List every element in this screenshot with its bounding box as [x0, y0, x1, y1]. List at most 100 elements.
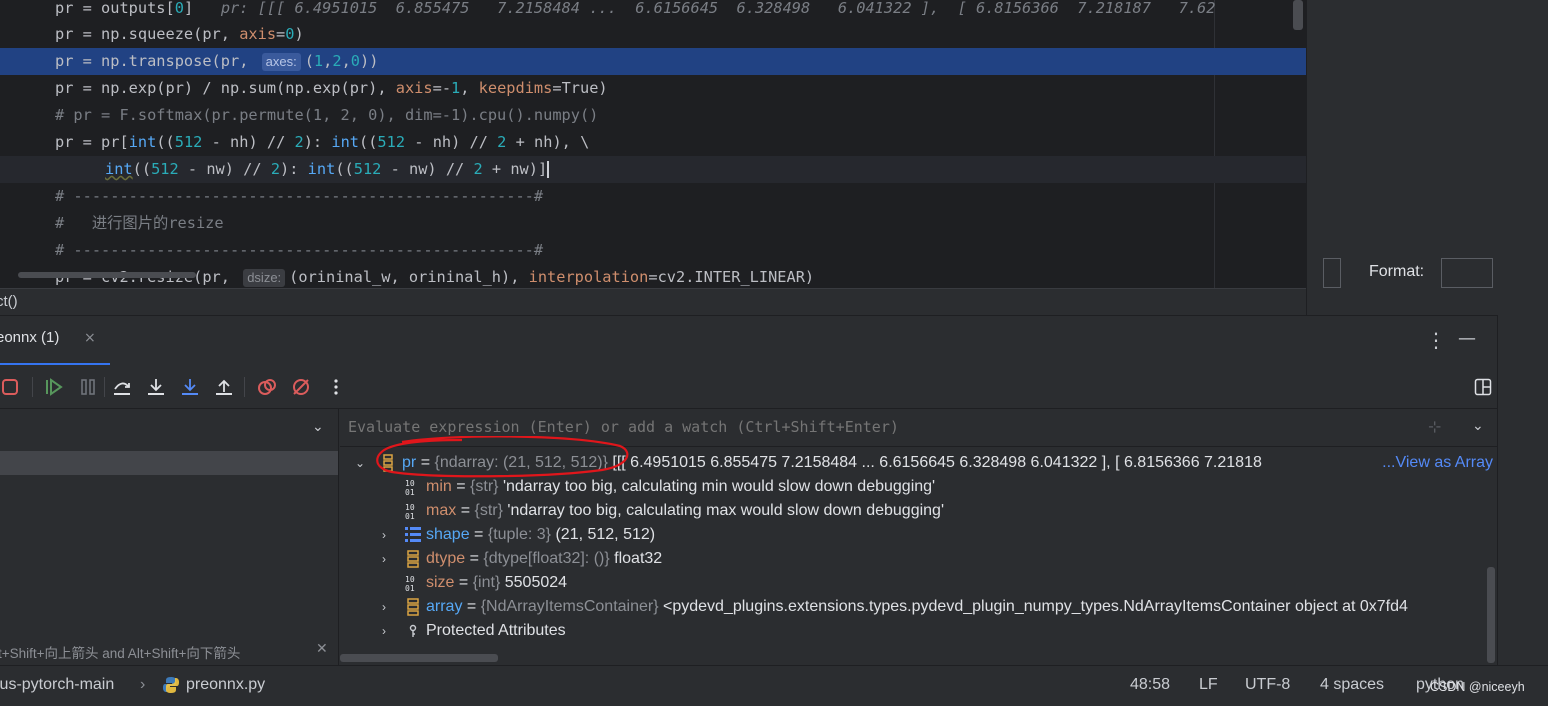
- svg-text:10: 10: [405, 479, 415, 488]
- view-as-array-link[interactable]: ...View as Array: [1380, 451, 1493, 475]
- code-line-3-execution-point[interactable]: pr = np.transpose(pr, axes: (1,2,0)): [0, 48, 1306, 75]
- text-caret: [547, 161, 550, 178]
- code-line-9-comment[interactable]: # 进行图片的resize: [0, 210, 1306, 237]
- svg-text:01: 01: [405, 512, 415, 520]
- variable-row-shape[interactable]: › shape = {tuple: 3} (21, 512, 512): [340, 523, 1497, 547]
- step-over-icon[interactable]: [111, 376, 133, 398]
- variable-value: float32: [614, 550, 663, 567]
- code-line-10-comment[interactable]: # --------------------------------------…: [0, 237, 1306, 264]
- breadcrumb-file[interactable]: preonnx.py: [186, 676, 265, 694]
- selected-frame-row[interactable]: [0, 451, 338, 475]
- thread-dropdown-chevron-down-icon[interactable]: ⌄: [312, 419, 324, 435]
- variable-group-label: Protected Attributes: [426, 622, 566, 639]
- binary-variable-icon: 1001: [405, 503, 415, 520]
- side-panel-checkbox[interactable]: [1323, 258, 1341, 288]
- code-line-5-comment[interactable]: # pr = F.softmax(pr.permute(1, 2, 0), di…: [0, 102, 1306, 129]
- code-line-8-comment[interactable]: # --------------------------------------…: [0, 183, 1306, 210]
- debug-toolbar: [0, 365, 1497, 409]
- right-tool-strip: [1497, 315, 1548, 665]
- variable-type: {int}: [472, 574, 501, 591]
- array-variable-icon: [383, 454, 393, 472]
- variable-type: {ndarray: (21, 512, 512)}: [434, 454, 608, 471]
- expand-chevron-icon[interactable]: ›: [378, 619, 390, 643]
- step-out-icon[interactable]: [213, 376, 235, 398]
- variables-vertical-scrollbar[interactable]: [1487, 567, 1495, 663]
- variable-row-pr[interactable]: ⌄ pr = {ndarray: (21, 512, 512)} [[[ 6.4…: [340, 451, 1497, 475]
- hint-close-icon[interactable]: ✕: [316, 641, 328, 657]
- variable-name: min: [426, 478, 452, 495]
- variable-row-size[interactable]: 10 01 size = {int} 5505024: [340, 571, 1497, 595]
- variable-row-dtype[interactable]: › dtype = {dtype[float32]: ()} float32: [340, 547, 1497, 571]
- view-breakpoints-icon[interactable]: [256, 376, 278, 398]
- expand-chevron-icon[interactable]: ›: [378, 547, 390, 571]
- layout-settings-icon[interactable]: [1474, 378, 1492, 396]
- binary-variable-icon: 1001: [405, 479, 415, 496]
- tuple-variable-icon: [405, 527, 421, 542]
- indent-setting[interactable]: 4 spaces: [1320, 676, 1384, 694]
- tab-close-icon[interactable]: ×: [84, 330, 96, 346]
- collapse-chevron-icon[interactable]: ⌄: [354, 451, 366, 475]
- code-line-7-current[interactable]: int((512 - nw) // 2): int((512 - nw) // …: [0, 156, 1306, 183]
- pause-icon[interactable]: [77, 376, 99, 398]
- variable-type: {NdArrayItemsContainer}: [480, 598, 659, 615]
- code-line-1[interactable]: pr = outputs[0] pr: [[[ 6.4951015 6.8554…: [0, 0, 1306, 22]
- variable-name: max: [426, 502, 457, 519]
- toolbar-separator: [32, 377, 33, 397]
- evaluate-expression-input[interactable]: [348, 418, 1418, 436]
- frames-navigation-hint: t+Shift+向上箭头 and Alt+Shift+向下箭头: [0, 646, 241, 661]
- variable-row-max[interactable]: 10 01 max = {str} 'ndarray too big, calcu…: [340, 499, 1497, 523]
- variable-row-min[interactable]: 10 01 min = {str} 'ndarray too big, calcu…: [340, 475, 1497, 499]
- variable-row-protected-attributes[interactable]: › Protected Attributes: [340, 619, 1497, 643]
- step-into-icon[interactable]: [145, 376, 167, 398]
- step-into-my-code-icon[interactable]: [179, 376, 201, 398]
- svg-text:10: 10: [405, 575, 415, 584]
- toolbar-separator: [244, 377, 245, 397]
- format-label: Format:: [1369, 263, 1425, 280]
- expand-chevron-icon[interactable]: ›: [378, 595, 390, 619]
- more-options-icon[interactable]: ⋮: [1426, 328, 1446, 352]
- variable-name: shape: [426, 526, 470, 543]
- variable-name: size: [426, 574, 455, 591]
- breadcrumb-project[interactable]: lus-pytorch-main: [0, 676, 114, 694]
- frames-panel: ⌄ t+Shift+向上箭头 and Alt+Shift+向下箭头 ✕: [0, 409, 339, 665]
- editor-vertical-scrollbar[interactable]: [1293, 0, 1303, 30]
- binary-variable-icon: 1001: [405, 575, 415, 592]
- cursor-position[interactable]: 48:58: [1130, 676, 1170, 694]
- object-variable-icon: [407, 598, 419, 616]
- python-file-icon: [163, 677, 179, 693]
- breadcrumb-item[interactable]: ct(): [0, 289, 18, 315]
- variable-value: 'ndarray too big, calculating max would …: [507, 502, 944, 519]
- variable-type: {str}: [474, 502, 503, 519]
- object-variable-icon: [407, 550, 419, 568]
- history-chevron-down-icon[interactable]: ⌄: [1472, 418, 1484, 434]
- stop-icon[interactable]: [0, 376, 22, 398]
- parameter-hint-axes: axes:: [261, 53, 301, 71]
- code-editor[interactable]: pr = outputs[0] pr: [[[ 6.4951015 6.8554…: [0, 0, 1306, 288]
- minimize-icon[interactable]: —: [1458, 328, 1476, 349]
- more-actions-icon[interactable]: [325, 376, 347, 398]
- variable-row-array[interactable]: › array = {NdArrayItemsContainer} <pydev…: [340, 595, 1497, 619]
- code-line-11[interactable]: pr = cv2.resize(pr, dsize:(orininal_w, o…: [0, 264, 1306, 288]
- expand-chevron-icon[interactable]: ›: [378, 523, 390, 547]
- code-line-6[interactable]: pr = pr[int((512 - nh) // 2): int((512 -…: [0, 129, 1306, 156]
- tab-debug-session[interactable]: eonnx (1): [0, 329, 59, 346]
- add-watch-icon[interactable]: ⊹: [1428, 417, 1441, 436]
- line-separator[interactable]: LF: [1199, 676, 1218, 694]
- code-line-4[interactable]: pr = np.exp(pr) / np.sum(np.exp(pr), axi…: [0, 75, 1306, 102]
- variable-value: 5505024: [504, 574, 568, 591]
- variables-panel: ⊹ ⌄ ⌄ pr = {ndarray: (21, 512, 512)} [[[…: [340, 409, 1497, 665]
- svg-text:01: 01: [405, 488, 415, 496]
- variable-name: pr: [402, 454, 417, 471]
- file-encoding[interactable]: UTF-8: [1245, 676, 1290, 694]
- variables-horizontal-scrollbar[interactable]: [340, 654, 498, 662]
- resume-icon[interactable]: [43, 376, 65, 398]
- mute-breakpoints-icon[interactable]: [290, 376, 312, 398]
- format-field[interactable]: [1441, 258, 1493, 288]
- variable-type: {tuple: 3}: [487, 526, 552, 543]
- variable-name: array: [426, 598, 463, 615]
- debug-tool-window-header: eonnx (1) × ⋮ —: [0, 315, 1497, 366]
- code-line-2[interactable]: pr = np.squeeze(pr, axis=0): [0, 21, 1306, 48]
- status-bar: lus-pytorch-main › preonnx.py 48:58 LF U…: [0, 665, 1548, 706]
- svg-text:01: 01: [405, 584, 415, 592]
- editor-horizontal-scrollbar[interactable]: [18, 272, 196, 278]
